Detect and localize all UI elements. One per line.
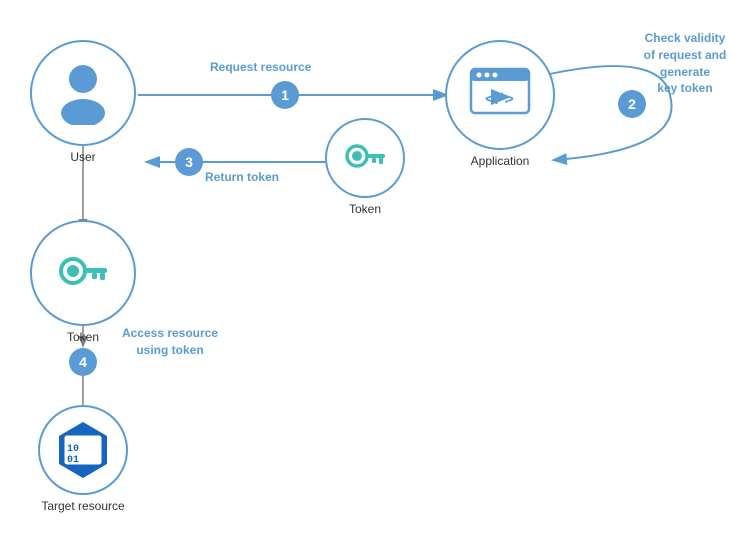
token-mid-label: Token xyxy=(349,202,381,216)
token-mid-node: Token xyxy=(325,118,405,216)
application-icon: </> xyxy=(469,67,531,123)
token-mid-circle xyxy=(325,118,405,198)
check-validity-label: Check validityof request andgeneratekey … xyxy=(635,30,734,97)
step4-circle: 4 xyxy=(69,348,97,376)
return-token-label: Return token xyxy=(205,170,279,184)
target-label: Target resource xyxy=(41,499,124,513)
target-node: 10 01 Target resource xyxy=(30,405,136,513)
user-label: User xyxy=(70,150,95,164)
diagram: User </> Application xyxy=(0,0,734,535)
user-node: User xyxy=(30,40,136,164)
access-resource-label: Access resourceusing token xyxy=(105,325,235,359)
token-left-label: Token xyxy=(67,330,99,344)
target-circle: 10 01 xyxy=(38,405,128,495)
key-mid-icon xyxy=(343,136,387,180)
svg-text:</>: </> xyxy=(485,91,514,109)
application-label: Application xyxy=(471,154,530,168)
svg-text:10: 10 xyxy=(67,444,79,455)
token-left-circle xyxy=(30,220,136,326)
step1-circle: 1 xyxy=(271,81,299,109)
user-circle xyxy=(30,40,136,146)
key-left-icon xyxy=(56,246,110,300)
user-icon xyxy=(56,61,110,125)
step3-circle: 3 xyxy=(175,148,203,176)
target-icon: 10 01 xyxy=(51,418,115,482)
request-resource-label: Request resource xyxy=(210,60,311,74)
svg-text:01: 01 xyxy=(67,455,79,466)
application-node: </> Application xyxy=(445,40,555,168)
application-circle: </> xyxy=(445,40,555,150)
